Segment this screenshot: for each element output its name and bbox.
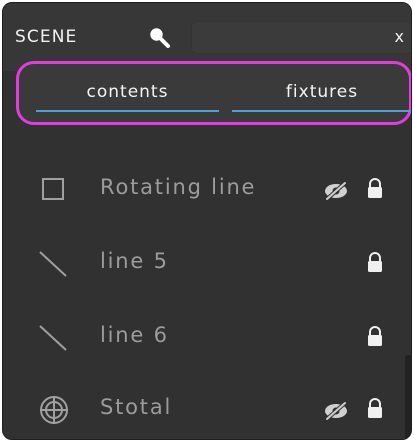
tab-label: contents — [86, 82, 169, 102]
line-icon — [39, 251, 67, 277]
scene-item-rotating-line[interactable]: Rotating line — [3, 155, 411, 227]
line-icon — [39, 325, 67, 351]
search-input[interactable] — [200, 26, 384, 52]
square-icon — [42, 178, 64, 200]
panel-header: SCENE x contents fixtures — [3, 3, 411, 125]
tab-group: contents fixtures — [16, 61, 411, 125]
scene-item-label: line 6 — [100, 323, 169, 347]
scene-item-label: line 5 — [100, 249, 169, 273]
lock-icon[interactable] — [366, 251, 384, 275]
scene-item-stotal[interactable]: Stotal — [3, 375, 411, 439]
lock-icon[interactable] — [366, 177, 384, 201]
target-icon — [40, 396, 68, 424]
scene-item-label: Rotating line — [100, 175, 257, 199]
scene-item-label: Stotal — [100, 395, 173, 419]
search-box[interactable]: x — [191, 21, 411, 54]
search-icon[interactable] — [147, 25, 171, 49]
scene-panel: SCENE x contents fixtures Rotating line … — [2, 2, 412, 440]
lock-icon[interactable] — [366, 397, 384, 421]
hidden-eye-icon[interactable] — [321, 399, 351, 423]
tab-label: fixtures — [285, 82, 359, 102]
hidden-eye-icon[interactable] — [321, 179, 351, 203]
tab-active-underline — [36, 110, 219, 112]
scene-item-list: Rotating line line 5 line 6 Stotal — [3, 135, 411, 439]
scene-item-line-6[interactable]: line 6 — [3, 303, 411, 375]
scene-item-line-5[interactable]: line 5 — [3, 229, 411, 301]
clear-search-button[interactable]: x — [395, 28, 404, 46]
tab-underline — [232, 110, 411, 112]
tab-contents[interactable]: contents — [36, 78, 219, 112]
list-scrollbar[interactable] — [405, 355, 411, 439]
tab-fixtures[interactable]: fixtures — [232, 78, 411, 112]
panel-title: SCENE — [15, 27, 78, 47]
lock-icon[interactable] — [366, 325, 384, 349]
